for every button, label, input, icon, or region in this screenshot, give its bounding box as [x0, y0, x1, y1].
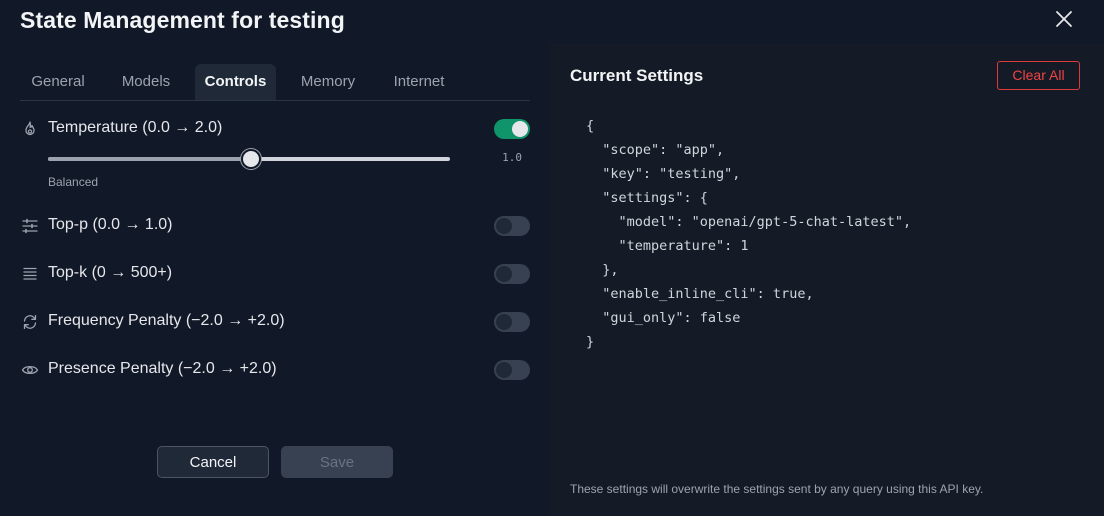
tab-models[interactable]: Models [108, 64, 184, 100]
tab-controls[interactable]: Controls [195, 64, 276, 100]
top-k-label: Top-k (0 → 500+) [48, 264, 173, 281]
panel-title: Current Settings [570, 66, 704, 85]
toggle-knob [496, 218, 512, 234]
tab-general[interactable]: General [20, 64, 96, 100]
slider-fill [48, 157, 249, 161]
flame-icon [25, 121, 35, 136]
save-button[interactable]: Save [281, 446, 393, 478]
tab-internet[interactable]: Internet [380, 64, 458, 100]
top-k-toggle[interactable] [494, 264, 530, 284]
list-icon [23, 267, 37, 280]
toggle-knob [496, 314, 512, 330]
presence-penalty-label: Presence Penalty (−2.0 → +2.0) [48, 360, 277, 377]
clear-all-button[interactable]: Clear All [997, 61, 1080, 90]
temperature-caption: Balanced [48, 175, 99, 189]
eye-icon [21, 365, 39, 375]
temperature-toggle[interactable] [494, 119, 530, 139]
close-icon [1056, 11, 1072, 27]
presence-penalty-toggle[interactable] [494, 360, 530, 380]
slider-thumb[interactable] [241, 149, 261, 169]
refresh-icon [23, 314, 37, 330]
sliders-icon [22, 218, 38, 234]
toggle-knob [496, 266, 512, 282]
temperature-slider[interactable] [48, 149, 450, 169]
dialog-title: State Management for testing [20, 7, 345, 33]
close-button[interactable] [1052, 7, 1076, 31]
temperature-value: 1.0 [502, 151, 522, 164]
current-settings-panel: Current Settings Clear All { "scope": "a… [550, 44, 1104, 516]
frequency-penalty-toggle[interactable] [494, 312, 530, 332]
settings-json: { "scope": "app", "key": "testing", "set… [586, 118, 912, 350]
temperature-label: Temperature (0.0 → 2.0) [48, 119, 223, 136]
cancel-button[interactable]: Cancel [157, 446, 269, 478]
frequency-penalty-label: Frequency Penalty (−2.0 → +2.0) [48, 312, 285, 329]
toggle-knob [512, 121, 528, 137]
tab-memory[interactable]: Memory [288, 64, 368, 100]
toggle-knob [496, 362, 512, 378]
top-p-toggle[interactable] [494, 216, 530, 236]
top-p-label: Top-p (0.0 → 1.0) [48, 216, 173, 233]
panel-note: These settings will overwrite the settin… [570, 482, 984, 496]
tab-bar: General Models Controls Memory Internet [20, 64, 530, 101]
